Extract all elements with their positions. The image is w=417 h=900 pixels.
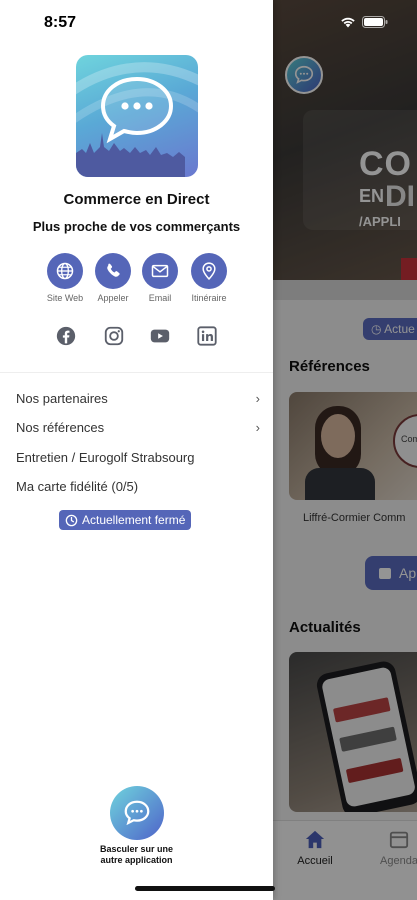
status-time: 8:57 <box>44 14 77 31</box>
facebook-icon <box>56 326 76 346</box>
status-icons <box>340 16 388 28</box>
chevron-right-icon: › <box>255 420 260 435</box>
chat-bubble-icon <box>100 76 174 144</box>
mail-icon <box>151 264 169 278</box>
switch-app-label: Basculer sur une <box>99 844 174 854</box>
map-pin-icon <box>202 262 216 280</box>
wifi-icon <box>341 17 355 28</box>
youtube-icon <box>150 329 170 343</box>
menu-item-references[interactable]: Nos références › <box>16 420 266 438</box>
menu-item-loyalty-card[interactable]: Ma carte fidélité (0/5) <box>16 479 266 497</box>
app-tagline: Plus proche de vos commerçants <box>32 219 241 234</box>
facebook-link[interactable] <box>55 325 77 347</box>
side-drawer: 8:57 Commerce en Direct Plus proche de v… <box>0 0 273 900</box>
app-logo <box>76 55 198 177</box>
directions-button[interactable]: Itinéraire <box>181 253 237 303</box>
phone-icon <box>107 263 120 277</box>
youtube-link[interactable] <box>149 325 171 347</box>
app-name: Commerce en Direct <box>63 191 210 208</box>
menu-item-partners[interactable]: Nos partenaires › <box>16 391 266 409</box>
divider <box>0 372 273 373</box>
social-links <box>0 325 273 349</box>
switch-app-button[interactable]: Basculer sur une autre application <box>0 786 273 866</box>
action-label: Email <box>148 293 172 303</box>
globe-icon <box>56 262 74 280</box>
status-badge: Actuellement fermé <box>59 510 192 530</box>
instagram-link[interactable] <box>103 325 125 347</box>
chevron-right-icon: › <box>255 391 260 406</box>
home-indicator <box>135 886 275 891</box>
switch-app-label: autre application <box>100 855 173 865</box>
email-button[interactable]: Email <box>132 253 188 303</box>
clock-icon <box>65 514 78 526</box>
linkedin-link[interactable] <box>196 325 218 347</box>
chat-bubble-icon <box>124 800 149 826</box>
instagram-icon <box>104 326 124 346</box>
action-label: Itinéraire <box>191 293 227 303</box>
app-switch-logo <box>109 786 164 840</box>
linkedin-icon <box>197 326 217 346</box>
battery-icon <box>362 16 388 28</box>
dim-overlay[interactable] <box>273 0 417 900</box>
menu-item-maintenance[interactable]: Entretien / Eurogolf Strabsourg <box>16 450 266 468</box>
